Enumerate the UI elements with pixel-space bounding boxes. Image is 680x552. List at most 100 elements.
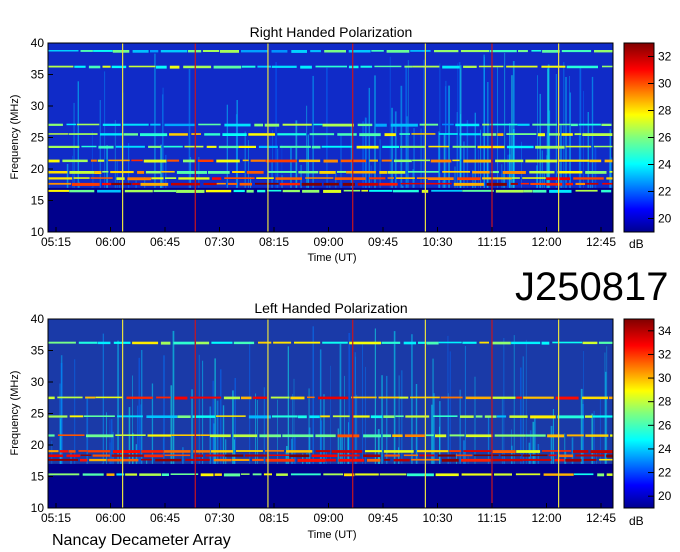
emission-band xyxy=(379,171,388,174)
emission-band xyxy=(383,450,414,453)
noise-streak xyxy=(447,335,449,464)
emission-band xyxy=(115,434,146,436)
emission-band xyxy=(351,396,377,399)
emission-band xyxy=(117,415,143,418)
emission-band xyxy=(382,434,392,438)
noise-streak xyxy=(356,394,358,464)
emission-band xyxy=(486,182,507,186)
emission-band xyxy=(48,145,80,148)
emission-band xyxy=(597,473,605,477)
x-tick-label: 11:15 xyxy=(477,235,506,249)
noise-streak xyxy=(104,71,106,188)
noise-streak xyxy=(102,333,104,464)
emission-band xyxy=(379,473,407,476)
emission-band xyxy=(441,458,459,462)
emission-band xyxy=(298,415,307,419)
emission-band xyxy=(348,50,371,53)
emission-band xyxy=(161,171,175,173)
emission-band xyxy=(522,454,531,457)
emission-band xyxy=(384,454,400,457)
colorbar-tick-label: 32 xyxy=(658,50,672,64)
emission-band xyxy=(305,177,334,179)
emission-band xyxy=(356,145,379,149)
emission-band xyxy=(465,434,493,438)
emission-band xyxy=(233,434,258,438)
emission-band xyxy=(322,341,348,344)
emission-band xyxy=(495,159,524,163)
emission-band xyxy=(463,159,492,163)
emission-band xyxy=(449,450,462,452)
emission-band xyxy=(319,171,336,174)
emission-band xyxy=(302,189,320,193)
noise-streak xyxy=(60,362,63,464)
noise-streak xyxy=(596,451,597,464)
noise-streak xyxy=(464,346,466,464)
noise-streak xyxy=(497,66,498,188)
emission-band xyxy=(48,182,72,185)
emission-band xyxy=(220,50,239,53)
emission-band xyxy=(323,182,339,186)
emission-band xyxy=(609,171,613,173)
emission-band xyxy=(57,434,85,436)
emission-band xyxy=(387,171,406,174)
emission-band xyxy=(132,341,159,345)
emission-band xyxy=(442,123,454,126)
emission-band xyxy=(463,65,477,68)
emission-band xyxy=(277,133,307,136)
noise-streak xyxy=(539,93,541,188)
emission-band xyxy=(549,189,572,193)
emission-band xyxy=(252,458,264,462)
emission-band xyxy=(399,133,411,135)
emission-band xyxy=(529,171,555,174)
y-tick-label: 40 xyxy=(31,36,45,50)
noise-streak xyxy=(439,426,440,464)
x-tick-label: 06:00 xyxy=(95,235,125,249)
emission-band xyxy=(561,133,573,136)
emission-band xyxy=(122,123,149,126)
emission-band xyxy=(585,171,607,174)
emission-band xyxy=(490,123,518,126)
chart-title: Left Handed Polarization xyxy=(254,300,407,316)
noise-streak xyxy=(606,346,608,464)
emission-band xyxy=(69,133,98,135)
emission-band xyxy=(241,65,256,68)
emission-band xyxy=(494,434,526,437)
x-tick-label: 10:30 xyxy=(422,235,452,249)
noise-streak xyxy=(232,390,234,464)
noise-streak xyxy=(405,67,407,188)
emission-band xyxy=(95,396,123,399)
emission-band xyxy=(127,177,152,181)
x-tick-label: 08:15 xyxy=(259,235,289,249)
emission-band xyxy=(530,415,556,419)
emission-band xyxy=(332,415,350,418)
emission-band xyxy=(267,189,282,192)
emission-band xyxy=(212,177,222,180)
emission-band xyxy=(131,159,143,162)
emission-band xyxy=(374,65,402,68)
emission-band xyxy=(183,65,212,69)
emission-band xyxy=(143,159,167,163)
x-tick-label: 08:15 xyxy=(259,511,289,525)
emission-band xyxy=(156,65,167,69)
emission-band xyxy=(506,133,537,135)
emission-band xyxy=(87,450,111,453)
colorbar-tick-label: 20 xyxy=(658,489,672,503)
emission-band xyxy=(541,341,550,345)
noise-streak xyxy=(74,359,76,464)
noise-streak xyxy=(117,340,119,464)
noise-streak xyxy=(138,357,141,464)
emission-band xyxy=(275,177,302,180)
emission-band xyxy=(147,434,172,437)
emission-band xyxy=(532,189,547,193)
emission-band xyxy=(246,171,264,174)
emission-band xyxy=(145,171,161,174)
emission-band xyxy=(69,171,95,174)
emission-band xyxy=(502,171,526,174)
noise-streak xyxy=(73,102,75,188)
noise-streak xyxy=(312,326,314,464)
emission-band xyxy=(491,396,516,399)
emission-band xyxy=(86,434,114,438)
noise-streak xyxy=(503,338,505,464)
emission-band xyxy=(582,396,608,400)
emission-band xyxy=(271,50,288,53)
